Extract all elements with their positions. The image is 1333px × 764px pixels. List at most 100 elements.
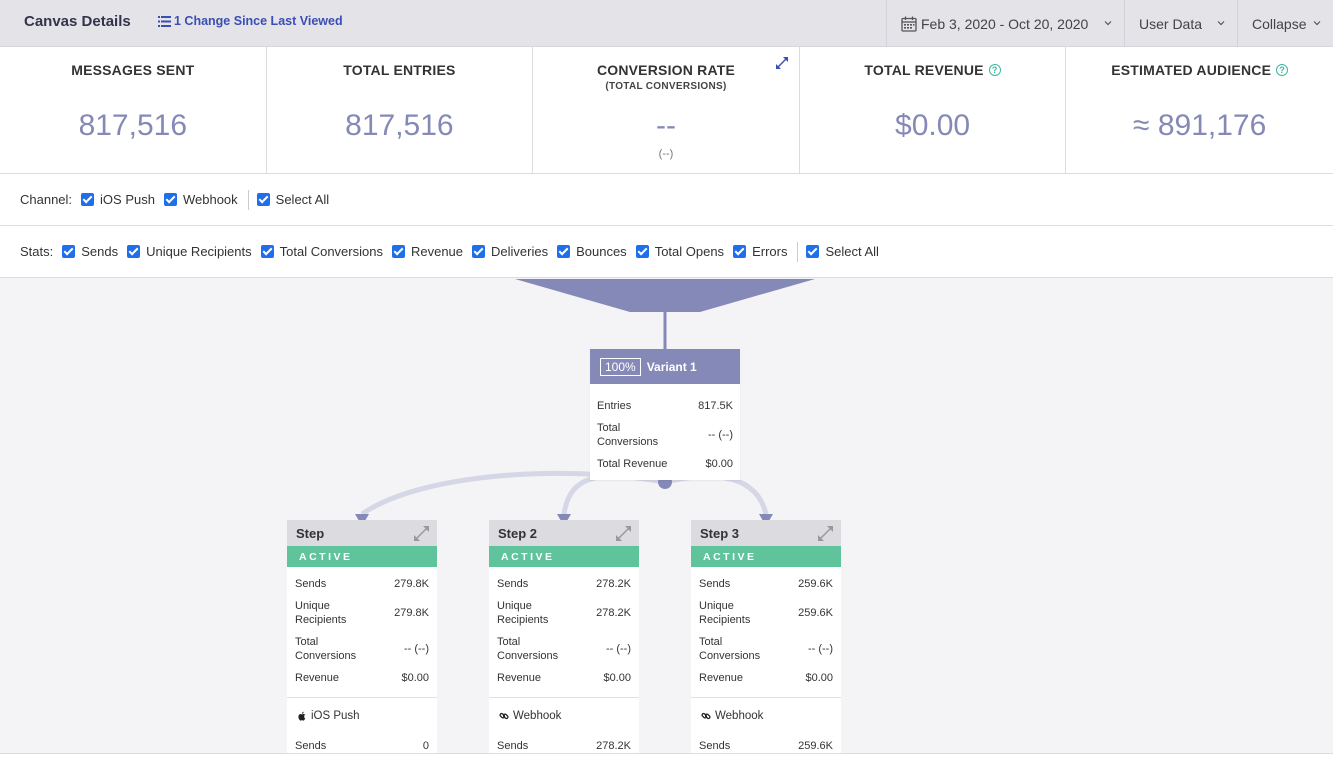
checkbox-webhook[interactable]: Webhook (163, 192, 238, 207)
checkbox-unique-recipients[interactable]: Unique Recipients (127, 244, 252, 259)
step-row: Sends 0 (287, 736, 437, 753)
checkbox-box[interactable] (733, 245, 747, 258)
step-row: Total Conversions -- (--) (287, 631, 437, 667)
checkbox-label: Deliveries (491, 244, 549, 259)
row-label: Total Conversions (497, 636, 559, 662)
step-card[interactable]: Step ACTIVE Sends 279.8K Unique Recipient… (287, 520, 437, 753)
checkbox-box[interactable] (127, 245, 141, 258)
channel-label: Webhook (489, 698, 639, 722)
expand-icon[interactable] (775, 57, 788, 69)
stat-label: MESSAGES SENT (71, 62, 195, 78)
branch-path-3 (664, 474, 769, 515)
variant-percent: 100% (600, 357, 641, 376)
changes-link[interactable]: 1 Change Since Last Viewed (158, 14, 343, 28)
step-row: Sends 259.6K (691, 573, 841, 595)
checkbox-label: Select All (825, 244, 879, 259)
row-label: Unique Recipients (699, 600, 751, 626)
row-label: Revenue (295, 672, 340, 684)
step-name: Step 3 (700, 525, 740, 541)
row-value: $0.00 (705, 458, 733, 470)
row-label: Sends (699, 740, 731, 752)
row-label: Total Conversions (597, 422, 659, 448)
row-value: 278.2K (596, 578, 631, 590)
step-row: Unique Recipients 279.8K (287, 595, 437, 631)
checkbox-deliveries[interactable]: Deliveries (472, 244, 548, 259)
row-value: $0.00 (401, 672, 429, 684)
checkbox-box[interactable] (391, 245, 405, 258)
checkbox-box[interactable] (635, 245, 649, 258)
step-row: Sends 278.2K (489, 573, 639, 595)
checkbox-label: Bounces (576, 244, 627, 259)
collapse-dropdown[interactable]: Collapse (1237, 0, 1333, 47)
checkbox-select-all-stats[interactable]: Select All (806, 244, 879, 259)
checkbox-box[interactable] (472, 245, 486, 258)
stat-messages-sent: MESSAGES SENT 817,516 (0, 47, 267, 174)
checkbox-box[interactable] (806, 245, 820, 258)
row-value: 259.6K (798, 607, 833, 619)
row-value: $0.00 (805, 672, 833, 684)
variant-card[interactable]: 100% Variant 1 Entries 817.5K Total Conve… (590, 349, 740, 480)
step-row: Revenue $0.00 (691, 667, 841, 689)
checkbox-errors[interactable]: Errors (733, 244, 787, 259)
row-label: Entries (597, 400, 632, 412)
channel-filter: Channel: iOS Push Webhook Select All (0, 174, 1333, 226)
checkbox-total-conversions[interactable]: Total Conversions (260, 244, 383, 259)
stat-secondary-value: (--) (658, 148, 674, 160)
step-card[interactable]: Step 2 ACTIVE Sends 278.2K Unique Recipie… (489, 520, 639, 753)
checkbox-total-opens[interactable]: Total Opens (635, 244, 724, 259)
row-value: 259.6K (798, 578, 833, 590)
status-badge: ACTIVE (691, 546, 841, 567)
row-label: Total Conversions (699, 636, 761, 662)
row-value: 0 (422, 740, 429, 752)
stat-label: TOTAL ENTRIES (343, 62, 456, 78)
channel-name: Webhook (513, 710, 562, 722)
checkbox-revenue[interactable]: Revenue (391, 244, 463, 259)
checkbox-box[interactable] (62, 245, 76, 258)
date-range-label: Feb 3, 2020 - Oct 20, 2020 (921, 15, 1089, 32)
collapse-label: Collapse (1252, 15, 1307, 32)
row-value: 259.6K (798, 740, 833, 752)
checkbox-box[interactable] (163, 193, 177, 206)
step-row: Sends 259.6K (691, 736, 841, 753)
checkbox-select-all-channels[interactable]: Select All (256, 192, 330, 207)
changes-label: 1 Change Since Last Viewed (174, 14, 343, 28)
checkbox-bounces[interactable]: Bounces (557, 244, 627, 259)
channel-filter-label: Channel: (20, 192, 73, 207)
help-icon[interactable]: ? (988, 64, 1001, 76)
expand-icon[interactable] (414, 526, 429, 541)
checkbox-label: Select All (275, 192, 330, 207)
date-range-picker[interactable]: Feb 3, 2020 - Oct 20, 2020 (886, 0, 1124, 47)
variant-name: Variant 1 (646, 359, 697, 374)
row-label: Sends (497, 578, 529, 590)
row-value: -- (--) (707, 429, 733, 441)
checkbox-box[interactable] (557, 245, 571, 258)
variant-row: Entries 817.5K (590, 394, 740, 418)
step-card[interactable]: Step 3 ACTIVE Sends 259.6K Unique Recipie… (691, 520, 841, 753)
row-value: 279.8K (394, 607, 429, 619)
stat-value: $0.00 (895, 109, 971, 142)
canvas-flow[interactable]: 100% Variant 1 Entries 817.5K Total Conve… (0, 278, 1333, 753)
expand-icon[interactable] (818, 526, 833, 541)
step-name: Step 2 (498, 525, 538, 541)
checkbox-box[interactable] (256, 193, 270, 206)
checkbox-label: iOS Push (100, 192, 155, 207)
step-name: Step (296, 525, 325, 541)
user-data-dropdown[interactable]: User Data (1124, 0, 1237, 47)
stat-conversion-rate: CONVERSION RATE (TOTAL CONVERSIONS) -- (… (533, 47, 800, 174)
checkbox-box[interactable] (260, 245, 274, 258)
step-row: Total Conversions -- (--) (691, 631, 841, 667)
row-label: Sends (497, 740, 529, 752)
checkbox-sends[interactable]: Sends (62, 244, 118, 259)
top-header: Canvas Details 1 Change Since Last Viewe… (0, 0, 1333, 47)
checkbox-label: Errors (752, 244, 788, 259)
row-value: $0.00 (603, 672, 631, 684)
checkbox-box[interactable] (81, 193, 95, 206)
help-icon[interactable]: ? (1276, 64, 1289, 76)
stat-total-entries: TOTAL ENTRIES 817,516 (267, 47, 534, 174)
step-row: Unique Recipients 278.2K (489, 595, 639, 631)
apple-icon (298, 711, 306, 721)
checkbox-ios-push[interactable]: iOS Push (81, 192, 155, 207)
row-label: Sends (295, 740, 327, 752)
expand-icon[interactable] (616, 526, 631, 541)
row-value: -- (--) (403, 643, 429, 655)
